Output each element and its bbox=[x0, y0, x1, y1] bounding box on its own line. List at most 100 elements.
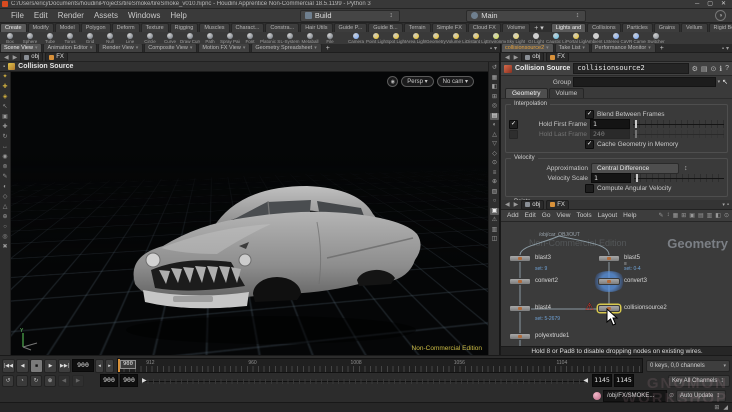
param-folder-tab[interactable]: Geometry bbox=[505, 88, 548, 98]
shelf-tab[interactable]: Vellum bbox=[680, 23, 708, 32]
tool-icon[interactable]: ◉ bbox=[2, 154, 7, 161]
hold-last-checkbox[interactable] bbox=[509, 129, 518, 139]
display-option-icon[interactable]: ≡ bbox=[490, 170, 499, 177]
param-header-icon[interactable]: ⚙ bbox=[692, 65, 698, 73]
pane-tab-dropdown-icon[interactable]: ▾ bbox=[546, 45, 549, 51]
node-body[interactable] bbox=[509, 333, 531, 340]
pane-tab[interactable]: Performance Monitor ▾ bbox=[590, 44, 656, 52]
shelf-tool[interactable]: Stereo Camera bbox=[606, 32, 626, 44]
shelf-tool[interactable]: Path bbox=[200, 32, 220, 44]
display-option-icon[interactable]: ⊕ bbox=[490, 179, 499, 186]
display-option-icon[interactable]: ▦ bbox=[490, 75, 499, 82]
velocity-scale-field[interactable]: 1 bbox=[591, 173, 631, 183]
key-all-channels-dropdown[interactable]: Key All Channels ↕ bbox=[668, 374, 730, 387]
range-start-handle[interactable]: ▶ bbox=[142, 378, 147, 385]
hold-first-checkbox[interactable] bbox=[509, 119, 518, 129]
pane-tab-dropdown-icon[interactable]: ▾ bbox=[190, 45, 193, 51]
shelf-tab[interactable]: Volume bbox=[501, 23, 531, 32]
transport-button[interactable]: ◀ bbox=[16, 358, 29, 373]
shelf-tab[interactable]: Collisions bbox=[587, 23, 621, 32]
timeline-ruler[interactable]: 912 960 1008 1056 1104 900 bbox=[117, 358, 643, 373]
pane-tab-dropdown-icon[interactable]: ▾ bbox=[314, 45, 317, 51]
shelf-tab[interactable]: Guide B... bbox=[368, 23, 403, 32]
shelf-tool[interactable]: Switcher bbox=[646, 32, 666, 44]
pane-split-icon[interactable]: ▪ bbox=[722, 46, 724, 52]
node-body[interactable] bbox=[598, 278, 620, 285]
tool-icon[interactable]: ↔ bbox=[2, 144, 8, 151]
playhead-flag[interactable]: 900 bbox=[120, 360, 136, 369]
playback-option-button[interactable]: ↺ bbox=[2, 374, 14, 387]
pane-tab-dropdown-icon[interactable]: ▾ bbox=[136, 45, 139, 51]
tool-icon[interactable]: △ bbox=[3, 204, 8, 211]
approximation-spinner-icon[interactable]: ↕ bbox=[682, 165, 690, 172]
param-folder-tab[interactable]: Volume bbox=[548, 88, 585, 98]
hold-last-field[interactable]: 240 bbox=[590, 129, 630, 139]
shelf-tool[interactable]: Null bbox=[100, 32, 120, 44]
shelf-tool[interactable]: Caustic Light bbox=[546, 32, 566, 44]
display-option-icon[interactable]: ⊙ bbox=[490, 160, 499, 167]
param-header-icon[interactable]: ⊙ bbox=[711, 65, 717, 73]
tool-icon[interactable]: ◐ bbox=[3, 184, 7, 191]
tool-icon[interactable]: ✖ bbox=[2, 244, 7, 251]
node-body[interactable] bbox=[509, 305, 531, 312]
pane-tab[interactable]: Render View ▾ bbox=[98, 44, 144, 52]
network-toolbar-icon[interactable]: ⊙ bbox=[724, 212, 729, 219]
display-option-icon[interactable]: ◫ bbox=[490, 236, 499, 243]
tool-icon[interactable]: ↖ bbox=[2, 104, 7, 111]
pane-tab-dropdown-icon[interactable]: ▾ bbox=[243, 45, 246, 51]
display-option-icon[interactable]: △ bbox=[490, 132, 499, 139]
shelf-tool[interactable]: Line bbox=[120, 32, 140, 44]
scene-spinner-icon[interactable]: ↕ bbox=[574, 12, 582, 19]
forward-icon[interactable]: ▶ bbox=[513, 54, 520, 61]
shelf-tab[interactable]: Simple FX bbox=[431, 23, 467, 32]
minimize-button[interactable]: ─ bbox=[695, 0, 699, 8]
path-root-chip[interactable]: obj bbox=[521, 53, 545, 62]
target-icon[interactable]: ⊙ bbox=[669, 392, 674, 399]
transport-button[interactable]: ▶▶| bbox=[58, 358, 71, 373]
playback-range-start-field[interactable]: 900 bbox=[120, 374, 138, 387]
shelf-tool[interactable]: Draw Curve bbox=[180, 32, 200, 44]
shelf-tool[interactable]: Sky Light bbox=[506, 32, 526, 44]
display-option-icon[interactable]: ▧ bbox=[490, 189, 499, 196]
menu-item[interactable]: Help bbox=[165, 11, 191, 20]
new-pane-tab-button[interactable]: + bbox=[323, 45, 333, 52]
pane-split-icon[interactable]: ▪ bbox=[490, 46, 492, 52]
cache-checkbox[interactable] bbox=[585, 139, 594, 149]
shelf-tool[interactable]: Platonic Solids bbox=[260, 32, 280, 44]
blend-checkbox[interactable] bbox=[585, 109, 594, 119]
shelf-tool[interactable]: Font bbox=[240, 32, 260, 44]
network-toolbar-icon[interactable]: ▤ bbox=[698, 212, 704, 219]
pane-tab[interactable]: Animation Editor ▾ bbox=[43, 44, 98, 52]
select-geometry-icon[interactable]: ↖ bbox=[722, 78, 728, 86]
network-toolbar-icon[interactable]: ◧ bbox=[715, 212, 721, 219]
compute-angular-checkbox[interactable] bbox=[585, 183, 594, 193]
path-network-chip[interactable]: FX bbox=[546, 53, 569, 62]
shelf-tab[interactable]: Terrain bbox=[403, 23, 431, 32]
display-option-icon[interactable]: ○ bbox=[490, 198, 499, 205]
pane-tab[interactable]: Motion FX View ▾ bbox=[198, 44, 251, 52]
tool-icon[interactable]: ✚ bbox=[2, 124, 7, 131]
shelf-tool[interactable]: GI Light bbox=[526, 32, 546, 44]
tool-icon[interactable]: ⊕ bbox=[2, 214, 7, 221]
display-option-icon[interactable]: ◇ bbox=[490, 151, 499, 158]
shelf-tool[interactable]: Tube bbox=[40, 32, 60, 44]
tool-icon[interactable]: ↻ bbox=[2, 134, 7, 141]
display-option-icon[interactable]: ◧ bbox=[490, 84, 499, 91]
close-button[interactable]: ✕ bbox=[721, 0, 726, 8]
shelf-tool[interactable]: Box bbox=[0, 32, 20, 44]
scene-viewport[interactable]: ◉ Persp ▾ No cam ▾ Y Non-Commercial Edit… bbox=[11, 72, 488, 355]
playback-option-button[interactable]: ◔ bbox=[16, 374, 28, 387]
frame-nudge-button[interactable]: ▸ bbox=[105, 358, 114, 373]
pane-tab[interactable]: Composite View ▾ bbox=[144, 44, 198, 52]
transport-button[interactable]: ■ bbox=[30, 358, 43, 373]
desktop-selector[interactable]: Build ↕ bbox=[299, 9, 400, 22]
shelf-tool[interactable]: Spray Paint bbox=[220, 32, 240, 44]
shelf-tool[interactable]: Volume Light bbox=[446, 32, 466, 44]
pane-tab-dropdown-icon[interactable]: ▾ bbox=[648, 45, 651, 51]
node-body[interactable] bbox=[509, 278, 531, 285]
node-body[interactable] bbox=[598, 255, 620, 262]
camera-selector[interactable]: No cam ▾ bbox=[436, 76, 474, 87]
network-menu-item[interactable]: Go bbox=[539, 212, 554, 219]
network-toolbar-icon[interactable]: ▣ bbox=[689, 212, 695, 219]
display-option-icon[interactable]: ▥ bbox=[490, 227, 499, 234]
